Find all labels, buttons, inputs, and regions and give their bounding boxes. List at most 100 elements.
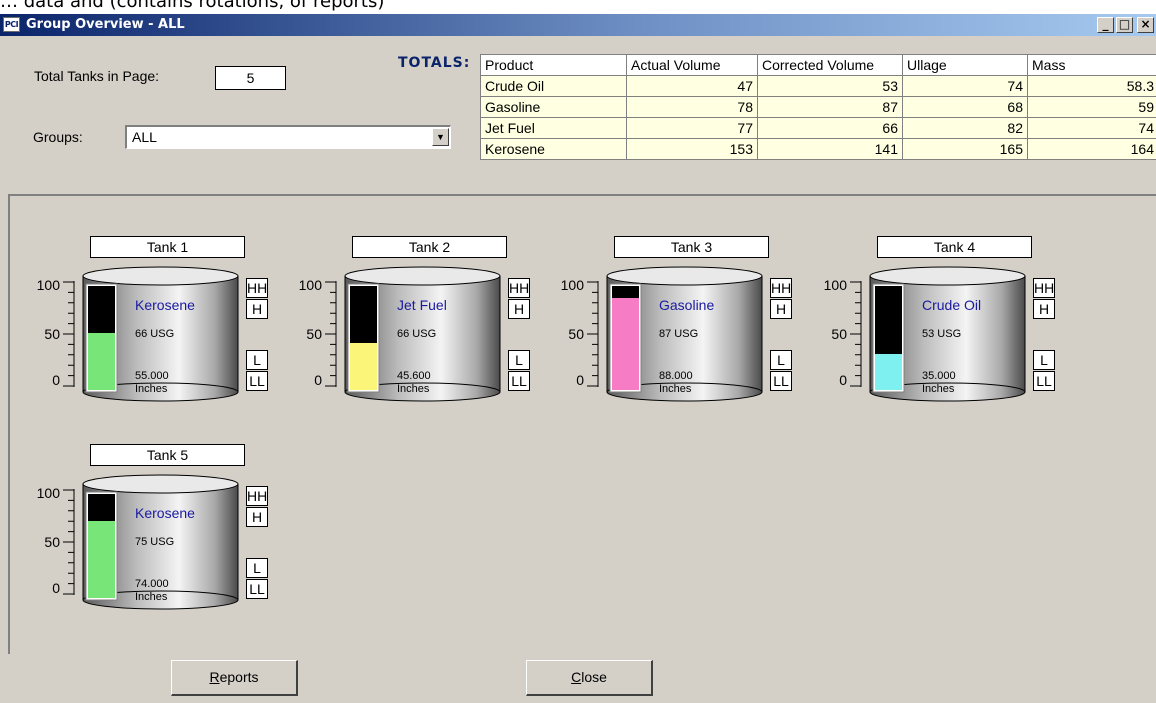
tank-level-fill: [875, 354, 902, 390]
column-header[interactable]: Mass: [1028, 55, 1156, 75]
tank-product-name: Gasoline: [659, 297, 715, 313]
scale-label: 50: [306, 326, 322, 342]
table-cell[interactable]: 53: [758, 76, 902, 96]
tank-widget[interactable]: Tank 3 100 50 0 Gasoline 87 USG 88.000 Inches HH…: [554, 236, 794, 411]
scale-label: 0: [52, 580, 60, 596]
alarm-hh: HH: [508, 278, 530, 298]
tank-title: Tank 3: [614, 236, 769, 258]
cropped-header-text: … data and (contains rotations, of repor…: [0, 0, 385, 12]
alarm-h: H: [1033, 299, 1055, 319]
scale-label: 100: [560, 277, 584, 293]
scale-label: 100: [298, 277, 322, 293]
tank-widget[interactable]: Tank 1 100 50 0 Kerosene 66 USG 55.000 Inches HH…: [30, 236, 270, 411]
table-row-product[interactable]: Crude Oil: [481, 76, 626, 96]
tank-level-unit: Inches: [922, 383, 955, 395]
scale-label: 50: [44, 326, 60, 342]
alarm-h: H: [246, 299, 268, 319]
level-scale-ticks: [587, 281, 599, 387]
table-row-product[interactable]: Jet Fuel: [481, 118, 626, 138]
table-row-product[interactable]: Gasoline: [481, 97, 626, 117]
alarm-h: H: [770, 299, 792, 319]
tank-widget[interactable]: Tank 2 100 50 0 Jet Fuel 66 USG 45.600 Inches HH…: [292, 236, 532, 411]
scale-label: 50: [831, 326, 847, 342]
table-cell[interactable]: 82: [903, 118, 1027, 138]
table-row-product[interactable]: Kerosene: [481, 139, 626, 159]
table-cell[interactable]: 141: [758, 139, 902, 159]
tank-level-reading: 74.000: [135, 578, 169, 590]
totals-grid[interactable]: Product Actual Volume Corrected Volume Ulla…: [480, 54, 1156, 193]
tank-volume: 66 USG: [135, 328, 175, 340]
window-title: Group Overview - ALL: [26, 17, 185, 32]
column-header[interactable]: Corrected Volume: [758, 55, 902, 75]
tank-widget[interactable]: Tank 5 100 50 0 Kerosene 75 USG 74.000 Inches HH…: [30, 444, 270, 619]
close-button[interactable]: Close: [526, 660, 653, 696]
alarm-ll: LL: [246, 579, 268, 599]
column-header[interactable]: Product: [481, 55, 626, 75]
tank-product-name: Crude Oil: [922, 297, 982, 313]
tank-volume: 75 USG: [135, 536, 175, 548]
scale-label: 100: [36, 277, 60, 293]
scale-label: 100: [36, 485, 60, 501]
alarm-l: L: [1033, 350, 1055, 370]
level-scale-ticks: [63, 281, 75, 387]
reports-button[interactable]: Reports: [171, 660, 298, 696]
maximize-button[interactable]: □: [1116, 17, 1133, 33]
group-overview-window: PCI Group Overview - ALL _ □ × Total Tan…: [0, 14, 1156, 703]
table-cell[interactable]: 165: [903, 139, 1027, 159]
tank-level-unit: Inches: [135, 591, 168, 603]
table-cell[interactable]: 74: [1028, 118, 1156, 138]
tank-title: Tank 4: [877, 236, 1032, 258]
alarm-hh: HH: [770, 278, 792, 298]
alarm-hh: HH: [246, 486, 268, 506]
tank-volume: 53 USG: [922, 328, 962, 340]
tank-product-name: Kerosene: [135, 505, 195, 521]
tank-widget[interactable]: Tank 4 100 50 0 Crude Oil 53 USG 35.000 Inches H…: [817, 236, 1057, 411]
table-cell[interactable]: 58.3: [1028, 76, 1156, 96]
close-window-button[interactable]: ×: [1137, 17, 1154, 33]
tank-title: Tank 1: [90, 236, 245, 258]
column-header[interactable]: Actual Volume: [627, 55, 757, 75]
tank-overview-panel: Tank 1 100 50 0 Kerosene 66 USG 55.000 Inches HH…: [8, 194, 1156, 654]
column-header[interactable]: Ullage: [903, 55, 1027, 75]
scale-label: 100: [823, 277, 847, 293]
table-cell[interactable]: 47: [627, 76, 757, 96]
table-cell[interactable]: 68: [903, 97, 1027, 117]
chevron-down-icon[interactable]: ▼: [432, 128, 449, 146]
table-cell[interactable]: 153: [627, 139, 757, 159]
total-tanks-value: 5: [215, 66, 286, 90]
total-tanks-label: Total Tanks in Page:: [34, 68, 160, 84]
alarm-ll: LL: [508, 371, 530, 391]
tank-level-fill: [350, 343, 377, 390]
tank-level-fill: [612, 298, 639, 390]
tank-level-reading: 45.600: [397, 370, 431, 382]
totals-label: TOTALS:: [398, 55, 471, 71]
app-icon[interactable]: PCI: [3, 17, 20, 32]
alarm-l: L: [246, 350, 268, 370]
minimize-button[interactable]: _: [1097, 17, 1114, 33]
table-cell[interactable]: 164: [1028, 139, 1156, 159]
reports-button-label: eports: [219, 669, 259, 685]
scale-label: 0: [839, 372, 847, 388]
table-cell[interactable]: 74: [903, 76, 1027, 96]
alarm-h: H: [246, 507, 268, 527]
tank-product-name: Kerosene: [135, 297, 195, 313]
alarm-ll: LL: [770, 371, 792, 391]
tank-volume: 87 USG: [659, 328, 699, 340]
alarm-hh: HH: [1033, 278, 1055, 298]
table-cell[interactable]: 59: [1028, 97, 1156, 117]
table-cell[interactable]: 87: [758, 97, 902, 117]
groups-dropdown[interactable]: ALL ▼: [125, 125, 451, 149]
level-scale-ticks: [63, 489, 75, 595]
table-cell[interactable]: 77: [627, 118, 757, 138]
tank-level-fill: [88, 333, 115, 390]
close-button-accel: C: [571, 669, 582, 685]
table-cell[interactable]: 66: [758, 118, 902, 138]
table-cell[interactable]: 78: [627, 97, 757, 117]
alarm-ll: LL: [246, 371, 268, 391]
tank-level-unit: Inches: [135, 383, 168, 395]
scale-label: 50: [44, 534, 60, 550]
tank-level-reading: 55.000: [135, 370, 169, 382]
level-scale-ticks: [850, 281, 862, 387]
title-bar[interactable]: PCI Group Overview - ALL _ □ ×: [0, 14, 1156, 36]
groups-label: Groups:: [33, 129, 83, 145]
